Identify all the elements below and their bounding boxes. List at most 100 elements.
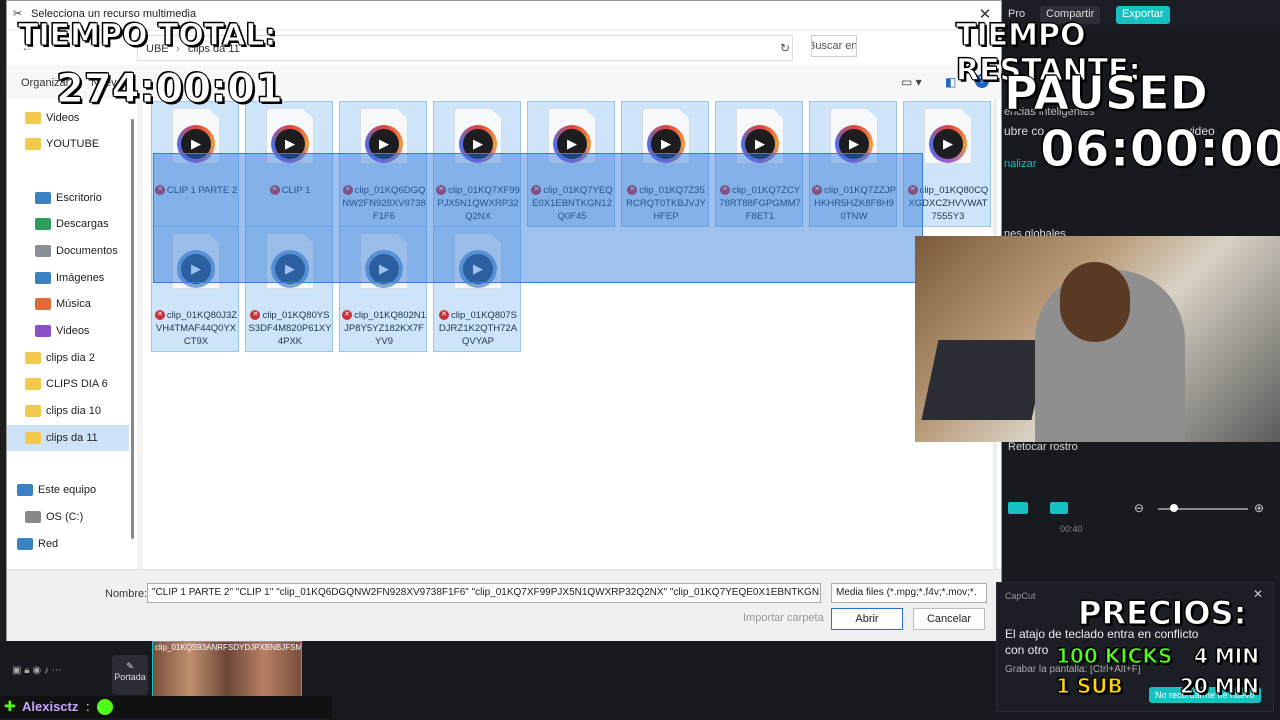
play-icon: ▶ — [929, 125, 967, 163]
selection-rectangle — [153, 153, 923, 283]
emote-icon — [97, 699, 113, 715]
folder-icon — [25, 112, 41, 124]
notification-app: CapCut — [1005, 591, 1036, 601]
zoom-in-icon[interactable]: ⊕ — [1254, 501, 1264, 515]
network-icon — [17, 538, 33, 550]
desktop-icon — [35, 192, 51, 204]
sidebar-item-documentos[interactable]: Documentos — [7, 238, 129, 264]
price-value-sub: 20 MIN — [1180, 674, 1260, 699]
notification-line2: con otro — [1005, 643, 1049, 657]
open-button[interactable]: Abrir — [831, 608, 903, 630]
zoom-out-icon[interactable]: ⊖ — [1134, 501, 1144, 515]
filename-label: Nombre: — [105, 588, 148, 600]
retouch-face[interactable]: Retocar rostro — [1008, 441, 1078, 453]
sidebar-item-label: Red — [38, 538, 59, 550]
sidebar-item-label: clips dia 10 — [46, 405, 102, 417]
file-name-wrap: ✕ clip_01KQ802N1JP8Y5YZ182KX7FYV9 — [342, 309, 426, 348]
price-item-sub: 1 SUB — [1056, 674, 1124, 699]
folder-icon — [25, 432, 41, 444]
filetype-select[interactable]: Media files (*.mpg;*.f4v;*.mov;*. — [831, 583, 987, 603]
cover-button[interactable]: ✎ Portada — [112, 655, 148, 695]
sidebar-item-red[interactable]: Red — [7, 531, 129, 557]
sidebar-item-label: Imágenes — [56, 272, 105, 284]
videos-icon — [35, 325, 51, 337]
magnet-icon[interactable] — [1050, 502, 1068, 514]
drive-icon — [25, 511, 41, 523]
file-name: clip_01KQ802N1JP8Y5YZ182KX7FYV9 — [344, 310, 426, 347]
webcam-head — [1060, 262, 1130, 342]
sidebar-item-youtube[interactable]: YOUTUBE — [7, 131, 129, 157]
sidebar-item-label: Documentos — [56, 245, 118, 257]
chat-overlay: ✚ Alexisctz : — [0, 696, 332, 718]
download-icon — [35, 218, 51, 230]
dialog-footer: Nombre: "CLIP 1 PARTE 2" "CLIP 1" "clip_… — [7, 569, 1001, 641]
sidebar-item-clips-dia-10[interactable]: clips dia 10 — [7, 398, 129, 424]
refresh-icon[interactable]: ↻ — [780, 41, 790, 55]
navigation-pane: Videos YOUTUBE Escritorio Descargas Document… — [7, 99, 137, 569]
filename-field[interactable]: "CLIP 1 PARTE 2" "CLIP 1" "clip_01KQ6DGQ… — [147, 583, 821, 603]
folder-icon — [25, 352, 41, 364]
cancel-button[interactable]: Cancelar — [913, 608, 985, 630]
sidebar-item-label: Videos — [46, 112, 80, 124]
folder-icon — [25, 378, 41, 390]
sync-error-icon: ✕ — [438, 310, 449, 321]
lock-icon[interactable]: ▣ 🔒︎ ◉ ♪ ⋯ — [12, 665, 62, 676]
chat-username: Alexisctz — [22, 699, 79, 714]
sidebar-item-label: Descargas — [56, 218, 109, 230]
preview-pane-icon[interactable]: ◧ — [945, 75, 956, 89]
import-folder-button[interactable]: Importar carpeta — [743, 612, 824, 624]
sidebar-item-escritorio[interactable]: Escritorio — [7, 185, 129, 211]
notification-close-icon[interactable]: ✕ — [1253, 587, 1263, 601]
nav-scrollbar[interactable] — [131, 119, 134, 539]
sidebar-item-videos[interactable]: Videos — [7, 318, 129, 344]
timeline-clip-name: clip_01KQS93ANRFSDYDJPXBNBJFSM — [155, 643, 301, 652]
chat-separator: : — [86, 699, 90, 714]
folder-icon — [25, 138, 41, 150]
sidebar-item-descargas[interactable]: Descargas — [7, 211, 129, 237]
total-time-label: TIEMPO TOTAL: — [17, 18, 277, 54]
sidebar-item-label: CLIPS DIA 6 — [46, 378, 108, 390]
pencil-icon: ✎ — [126, 661, 134, 671]
analyze-link[interactable]: nalizar — [1004, 158, 1036, 170]
sidebar-item-os-c-[interactable]: OS (C:) — [7, 504, 129, 530]
folder-icon — [25, 405, 41, 417]
search-input[interactable]: Buscar en clips da 11 — [811, 35, 857, 57]
timer-status: PAUSED — [1004, 66, 1209, 121]
file-name-wrap: ✕ clip_01KQ80J3ZVH4TMAF44Q0YXCT9X — [154, 309, 238, 348]
timeline-clip[interactable]: clip_01KQS93ANRFSDYDJPXBNBJFSM — [152, 641, 302, 699]
sidebar-item-label: OS (C:) — [46, 511, 84, 523]
sidebar-item-clips-da-11[interactable]: clips da 11 — [7, 425, 129, 451]
total-time-value: 274:00:01 — [56, 66, 284, 113]
price-value-kicks: 4 MIN — [1194, 644, 1260, 669]
sidebar-item-clips-dia-2[interactable]: clips dia 2 — [7, 345, 129, 371]
computer-icon — [17, 484, 33, 496]
zoom-slider-handle[interactable] — [1170, 504, 1178, 512]
timeline-controls: ⊖ ⊕ — [1004, 500, 1274, 518]
sidebar-item-m-sica[interactable]: Música — [7, 291, 129, 317]
sync-error-icon: ✕ — [154, 310, 165, 321]
sidebar-item-label: Videos — [56, 325, 90, 337]
sidebar-item-label: clips da 11 — [46, 432, 98, 444]
search-placeholder: Buscar en clips da 11 — [811, 40, 857, 52]
file-name-wrap: ✕ clip_01KQ807SDJRZ1K2QTH72AQVYAP — [436, 309, 520, 348]
cover-label: Portada — [114, 672, 146, 682]
panel-line: ubre co — [1004, 124, 1045, 138]
split-icon[interactable] — [1008, 502, 1028, 514]
sidebar-item-im-genes[interactable]: Imágenes — [7, 265, 129, 291]
sidebar-item-clips-dia-6[interactable]: CLIPS DIA 6 — [7, 371, 129, 397]
webcam-laptop — [921, 340, 1049, 420]
file-name: clip_01KQ80J3ZVH4TMAF44Q0YXCT9X — [155, 310, 238, 347]
sidebar-item-label: clips dia 2 — [46, 352, 95, 364]
documents-icon — [35, 245, 51, 257]
file-name: clip_01KQ807SDJRZ1K2QTH72AQVYAP — [438, 310, 518, 347]
view-options-icon[interactable]: ▭ ▾ — [901, 75, 922, 89]
remaining-time-value: 06:00:00 — [1040, 120, 1280, 179]
sync-error-icon: ✕ — [342, 310, 353, 321]
prices-title: PRECIOS: — [1077, 594, 1247, 633]
sidebar-item-este-equipo[interactable]: Este equipo — [7, 477, 129, 503]
timeline-time: 00:40 — [1060, 524, 1083, 534]
file-name-wrap: ✕ clip_01KQ80YSS3DF4M820P61XY4PXK — [248, 309, 332, 348]
music-icon — [35, 298, 51, 310]
file-name: clip_01KQ80YSS3DF4M820P61XY4PXK — [248, 310, 332, 347]
sidebar-item-label: YOUTUBE — [46, 138, 100, 150]
